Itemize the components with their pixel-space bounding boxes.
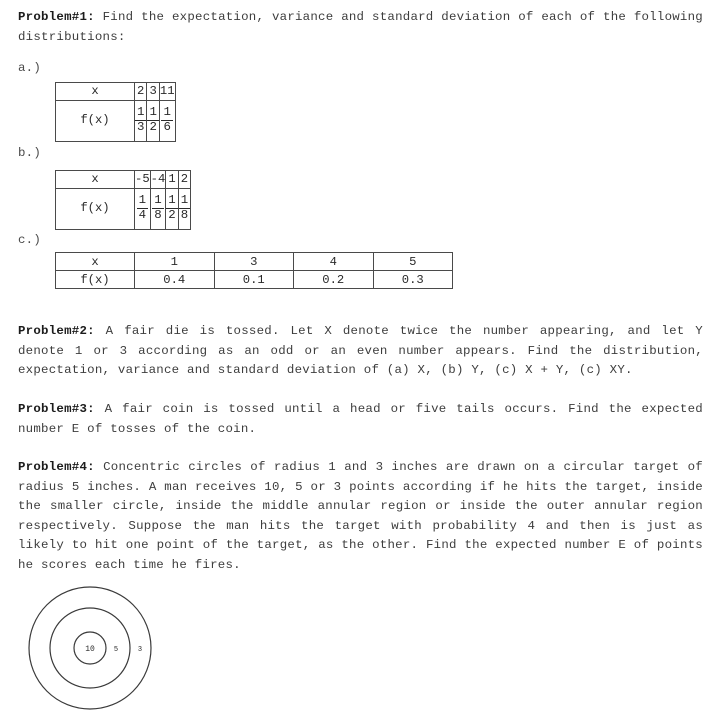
fraction-denominator: 2 xyxy=(166,208,178,222)
distribution-table-b: x -5 -4 1 2 f(x) 1 4 1 8 1 2 1 8 xyxy=(55,170,453,230)
table-b-x-value: 2 xyxy=(177,170,192,189)
problem-4-paragraph: Problem#4: Concentric circles of radius … xyxy=(18,458,703,575)
table-c-f-value: 0.4 xyxy=(134,270,215,289)
concentric-target-diagram: 10 5 3 xyxy=(27,586,155,714)
problem-2-paragraph: Problem#2: A fair die is tossed. Let X d… xyxy=(18,322,703,381)
table-b-row-header-fx: f(x) xyxy=(55,188,135,230)
table-row: x 2 3 11 xyxy=(55,82,176,101)
problem-1-label: Problem#1: xyxy=(18,10,95,24)
table-c-x-value: 5 xyxy=(372,252,453,271)
fraction-numerator: 1 xyxy=(149,105,157,120)
document-page: Problem#1: Find the expectation, varianc… xyxy=(0,0,720,716)
table-a-f-value: 1 3 xyxy=(133,100,148,142)
table-b-f-value: 1 8 xyxy=(149,188,167,230)
table-b-f-value: 1 4 xyxy=(134,188,151,230)
table-b-row-header-x: x xyxy=(55,170,135,189)
part-c-label: c.) xyxy=(18,233,42,247)
problem-2-text: A fair die is tossed. Let X denote twice… xyxy=(18,324,703,377)
fraction-denominator: 8 xyxy=(178,208,191,222)
problem-3-label: Problem#3: xyxy=(18,402,95,416)
table-c-f-value: 0.3 xyxy=(372,270,453,289)
part-a-label: a.) xyxy=(18,61,42,75)
problem-1-paragraph: Problem#1: Find the expectation, varianc… xyxy=(18,8,703,47)
fraction-denominator: 3 xyxy=(135,120,147,134)
table-a-x-value: 3 xyxy=(146,82,160,101)
fraction-denominator: 4 xyxy=(136,208,149,222)
target-label-middle: 5 xyxy=(114,646,118,654)
fraction-denominator: 8 xyxy=(152,208,164,222)
table-row: f(x) 0.4 0.1 0.2 0.3 xyxy=(55,270,453,289)
problem-3-paragraph: Problem#3: A fair coin is tossed until a… xyxy=(18,400,703,439)
target-svg: 10 5 3 xyxy=(28,586,152,710)
table-c-x-value: 1 xyxy=(134,252,215,271)
table-row: x 1 3 4 5 xyxy=(55,252,453,271)
part-b-label: b.) xyxy=(18,146,42,160)
fraction: 1 2 xyxy=(147,105,159,134)
fraction-numerator: 1 xyxy=(168,193,176,208)
table-row: x -5 -4 1 2 xyxy=(55,170,192,189)
table-c-x-value: 3 xyxy=(213,252,294,271)
distribution-table-a: x 2 3 11 f(x) 1 3 1 2 1 6 xyxy=(55,82,370,142)
distribution-table-c: x 1 3 4 5 f(x) 0.4 0.1 0.2 0.3 xyxy=(55,252,453,289)
fraction: 1 8 xyxy=(152,193,164,222)
table-row: f(x) 1 3 1 2 1 6 xyxy=(55,100,176,142)
problem-1-text: Find the expectation, variance and stand… xyxy=(18,10,703,44)
target-label-inner: 10 xyxy=(85,645,95,654)
fraction: 1 2 xyxy=(166,193,178,222)
table-c-row-header-fx: f(x) xyxy=(55,270,135,289)
fraction-numerator: 1 xyxy=(137,105,145,120)
table-b-f-value: 1 2 xyxy=(165,188,179,230)
problem-4-label: Problem#4: xyxy=(18,460,95,474)
table-a-row-header-x: x xyxy=(55,82,135,101)
problem-4-text: Concentric circles of radius 1 and 3 inc… xyxy=(18,460,703,572)
table-a-row-header-fx: f(x) xyxy=(55,100,135,142)
table-row: f(x) 1 4 1 8 1 2 1 8 xyxy=(55,188,192,230)
fraction: 1 4 xyxy=(136,193,149,222)
table-b-x-value: -5 xyxy=(134,170,151,189)
fraction: 1 3 xyxy=(135,105,147,134)
table-a-x-value: 2 xyxy=(133,82,148,101)
fraction-numerator: 1 xyxy=(154,193,162,208)
fraction: 1 8 xyxy=(178,193,191,222)
table-a-x-value: 11 xyxy=(158,82,176,101)
table-c-x-value: 4 xyxy=(293,252,374,271)
fraction-numerator: 1 xyxy=(180,193,189,208)
table-c-row-header-x: x xyxy=(55,252,135,271)
fraction-denominator: 6 xyxy=(161,120,173,134)
problem-2-label: Problem#2: xyxy=(18,324,95,338)
fraction: 1 6 xyxy=(161,105,173,134)
fraction-denominator: 2 xyxy=(147,120,159,134)
problem-3-text: A fair coin is tossed until a head or fi… xyxy=(18,402,703,436)
table-a-f-value: 1 2 xyxy=(146,100,160,142)
table-c-f-value: 0.1 xyxy=(213,270,294,289)
fraction-numerator: 1 xyxy=(138,193,147,208)
table-b-f-value: 1 8 xyxy=(177,188,192,230)
fraction-numerator: 1 xyxy=(163,105,171,120)
table-a-f-value: 1 6 xyxy=(158,100,176,142)
table-b-x-value: 1 xyxy=(165,170,179,189)
table-b-x-value: -4 xyxy=(149,170,167,189)
target-label-outer: 3 xyxy=(138,646,142,654)
table-c-f-value: 0.2 xyxy=(293,270,374,289)
